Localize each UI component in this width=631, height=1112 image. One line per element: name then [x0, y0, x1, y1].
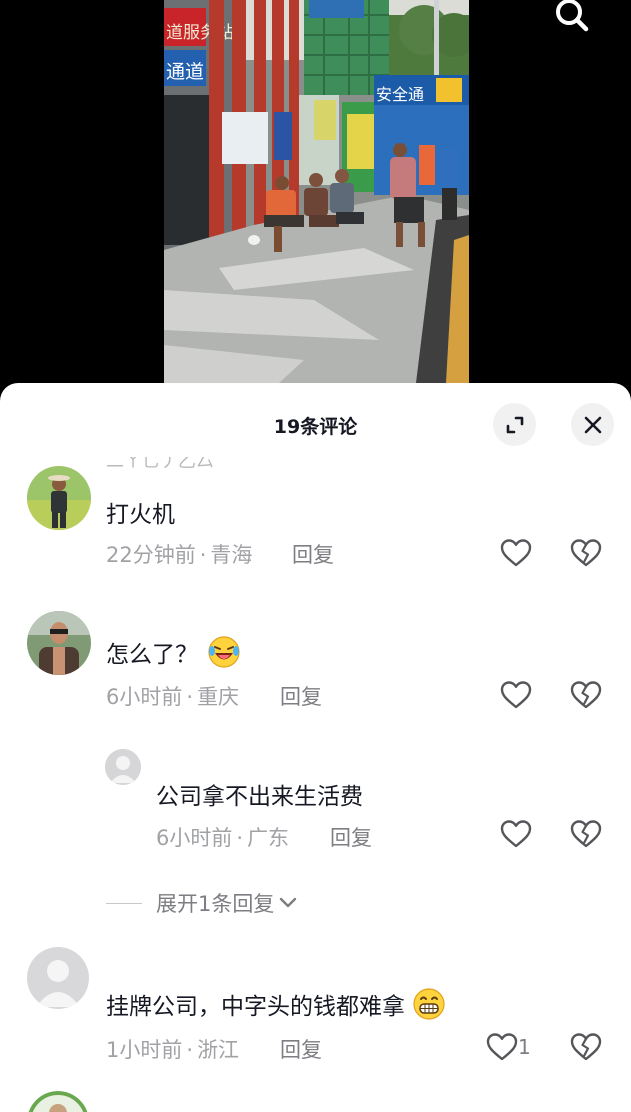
- comment-meta: 6小时前 · 重庆: [106, 685, 240, 709]
- like-button[interactable]: [482, 1027, 522, 1067]
- chevron-down-icon: [280, 897, 297, 908]
- avatar[interactable]: [27, 1091, 89, 1112]
- expand-replies-label: 展开1条回复: [156, 892, 275, 916]
- dislike-button[interactable]: [566, 1027, 606, 1067]
- reply-button[interactable]: 回复: [292, 539, 334, 569]
- svg-text:安全通: 安全通: [376, 85, 424, 104]
- default-avatar-icon: [105, 749, 141, 785]
- reply-item: 公司拿不出来生活费 6小时前 · 广东 回复: [0, 749, 631, 869]
- search-icon: [556, 0, 589, 32]
- heart-icon: [486, 1033, 518, 1061]
- like-button[interactable]: [496, 814, 536, 854]
- comment-item: [0, 1091, 631, 1112]
- heart-icon: [500, 820, 532, 848]
- like-button[interactable]: [496, 533, 536, 573]
- expand-replies-button[interactable]: 展开1条回复: [106, 888, 406, 918]
- comment-meta: 6小时前 · 广东: [156, 826, 290, 850]
- heart-icon: [500, 681, 532, 709]
- expand-divider: [106, 902, 142, 904]
- comment-time: 6小时前: [156, 826, 233, 850]
- close-sheet-button[interactable]: [571, 403, 614, 446]
- comment-item: 挂牌公司，中字头的钱都难拿 1小时前 · 浙江 回复 1: [0, 945, 631, 1075]
- video-frame[interactable]: 道服务站 通道 安全通: [164, 0, 469, 383]
- comment-item: 二ㄚ乚丿乙厶 打火机 22分钟前 · 青海 回复: [0, 457, 631, 595]
- comment-time: 1小时前: [106, 1038, 183, 1062]
- like-button[interactable]: [496, 675, 536, 715]
- video-scene: 道服务站 通道 安全通: [164, 0, 469, 383]
- sheet-header: 19条评论: [0, 383, 631, 469]
- reply-button[interactable]: 回复: [280, 681, 322, 711]
- comment-text: 怎么了？: [106, 635, 241, 669]
- broken-heart-icon: [570, 1033, 602, 1061]
- avatar[interactable]: [27, 611, 91, 675]
- search-button[interactable]: [549, 0, 595, 38]
- video-player[interactable]: 道服务站 通道 安全通: [0, 0, 631, 395]
- dislike-button[interactable]: [566, 533, 606, 573]
- close-icon: [584, 416, 601, 433]
- dislike-button[interactable]: [566, 814, 606, 854]
- comments-sheet: 19条评论 二ㄚ乚丿乙厶 打火机 22分钟前 · 青海 回复 怎么了？ 6小时前…: [0, 383, 631, 1112]
- expand-icon: [506, 416, 523, 433]
- comment-text: 挂牌公司，中字头的钱都难拿: [106, 987, 446, 1021]
- comment-time: 6小时前: [106, 685, 183, 709]
- broken-heart-icon: [570, 681, 602, 709]
- default-avatar-icon: [27, 947, 89, 1009]
- reply-button[interactable]: 回复: [330, 822, 372, 852]
- comment-location: 青海: [210, 543, 253, 567]
- reply-button[interactable]: 回复: [280, 1034, 322, 1064]
- avatar[interactable]: [105, 749, 141, 785]
- grinning-emoji: [413, 988, 445, 1020]
- comment-location: 广东: [247, 826, 290, 850]
- dislike-button[interactable]: [566, 675, 606, 715]
- heart-icon: [500, 539, 532, 567]
- comment-text: 打火机: [106, 502, 175, 528]
- comment-meta: 1小时前 · 浙江: [106, 1038, 240, 1062]
- laughing-crying-emoji: [208, 636, 240, 668]
- comment-location: 重庆: [197, 685, 240, 709]
- comment-meta: 22分钟前 · 青海: [106, 543, 253, 567]
- broken-heart-icon: [570, 539, 602, 567]
- avatar[interactable]: [27, 947, 89, 1009]
- svg-text:通道: 通道: [166, 61, 204, 83]
- comment-location: 浙江: [197, 1038, 240, 1062]
- broken-heart-icon: [570, 820, 602, 848]
- expand-sheet-button[interactable]: [493, 403, 536, 446]
- comment-text: 公司拿不出来生活费: [156, 784, 363, 810]
- comment-item: 怎么了？ 6小时前 · 重庆 回复: [0, 609, 631, 749]
- comment-count-title: 19条评论: [273, 416, 358, 438]
- like-count: 1: [518, 1035, 531, 1059]
- comment-time: 22分钟前: [106, 543, 196, 567]
- avatar[interactable]: [27, 466, 91, 530]
- comment-username[interactable]: 二ㄚ乚丿乙厶: [106, 457, 214, 471]
